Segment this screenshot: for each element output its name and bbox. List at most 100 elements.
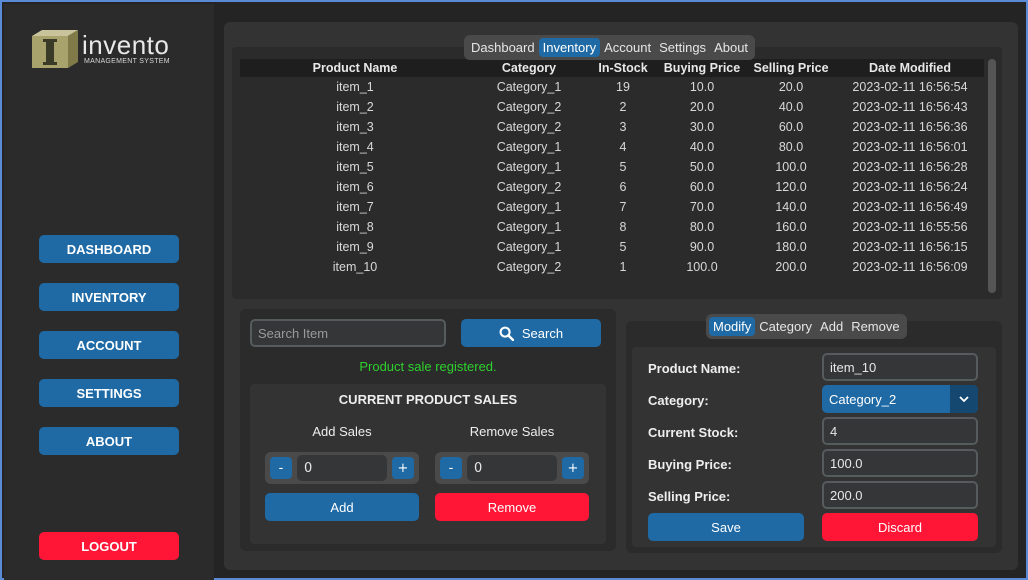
table-cell: 4 xyxy=(619,140,627,154)
increment-button[interactable]: + xyxy=(392,457,414,479)
table-cell: 2 xyxy=(619,100,627,114)
decrement-button[interactable]: - xyxy=(440,457,462,479)
tab-inventory[interactable]: Inventory xyxy=(538,38,601,57)
table-cell: 7 xyxy=(619,200,627,214)
search-input[interactable] xyxy=(250,319,446,347)
main-panel: Product Name Category In-Stock Buying Pr… xyxy=(224,22,1018,570)
sidebar-item-account[interactable]: ACCOUNT xyxy=(39,331,179,359)
table-cell: 140.0 xyxy=(775,200,807,214)
modify-panel: Product Name: item_10 Category: Category… xyxy=(626,314,1002,553)
inventory-table-panel: Product Name Category In-Stock Buying Pr… xyxy=(232,47,1002,299)
table-cell: Category_2 xyxy=(496,180,562,194)
sidebar-item-dashboard[interactable]: DASHBOARD xyxy=(39,235,179,263)
table-cell: 2023-02-11 16:56:36 xyxy=(852,120,968,134)
table-cell: item_1 xyxy=(336,80,374,94)
table-row[interactable]: item_7 Category_1 7 70.0 140.0 2023-02-11 16:… xyxy=(240,197,984,217)
remove-sales-stepper: - 0 + xyxy=(435,452,589,484)
product-name-field[interactable]: item_10 xyxy=(822,353,978,381)
table-cell: 2023-02-11 16:56:15 xyxy=(852,240,968,254)
table-cell: Category_1 xyxy=(496,80,562,94)
search-button[interactable]: Search xyxy=(461,319,601,347)
sidebar-item-settings[interactable]: SETTINGS xyxy=(39,379,179,407)
table-cell: 6 xyxy=(619,180,627,194)
table-row[interactable]: item_2 Category_2 2 20.0 40.0 2023-02-11 16:5… xyxy=(240,97,984,117)
table-scrollbar[interactable] xyxy=(988,59,996,293)
table-row[interactable]: item_1 Category_1 19 10.0 20.0 2023-02-11 16:… xyxy=(240,77,984,97)
table-cell: 70.0 xyxy=(689,200,715,214)
table-cell: Category_1 xyxy=(496,140,562,154)
table-row[interactable]: item_5 Category_1 5 50.0 100.0 2023-02-11 16:… xyxy=(240,157,984,177)
app-window: invento MANAGEMENT SYSTEM DASHBOARD INVE… xyxy=(0,0,1028,580)
save-button[interactable]: Save xyxy=(648,513,804,541)
status-message: Product sale registered. xyxy=(359,359,497,374)
column-header[interactable]: In-Stock xyxy=(588,59,658,77)
table-cell: 19 xyxy=(616,80,630,94)
add-sales-label: Add Sales xyxy=(312,424,372,439)
table-cell: 40.0 xyxy=(689,140,715,154)
decrement-button[interactable]: - xyxy=(270,457,292,479)
table-cell: 2023-02-11 16:56:43 xyxy=(852,100,968,114)
current-stock-label: Current Stock: xyxy=(648,425,739,440)
sidebar-item-inventory[interactable]: INVENTORY xyxy=(39,283,179,311)
search-button-label: Search xyxy=(521,325,564,341)
tab-dashboard[interactable]: Dashboard xyxy=(467,38,539,57)
table-cell: Category_1 xyxy=(496,240,562,254)
table-cell: 2023-02-11 16:56:54 xyxy=(852,80,968,94)
sales-panel: Search Product sale registered. CURRENT … xyxy=(240,309,616,551)
tab-add[interactable]: Add xyxy=(816,317,847,336)
tab-about[interactable]: About xyxy=(710,38,752,57)
tab-settings[interactable]: Settings xyxy=(655,38,710,57)
remove-sales-value[interactable]: 0 xyxy=(467,455,557,481)
inventory-table: Product Name Category In-Stock Buying Pr… xyxy=(240,59,984,277)
selling-price-field[interactable]: 200.0 xyxy=(822,481,978,509)
table-cell: 60.0 xyxy=(778,120,804,134)
tab-category[interactable]: Category xyxy=(755,317,816,336)
table-cell: Category_2 xyxy=(496,100,562,114)
table-row[interactable]: item_3 Category_2 3 30.0 60.0 2023-02-11 16:5… xyxy=(240,117,984,137)
table-cell: Category_2 xyxy=(496,260,562,274)
main-tab-bar: Dashboard Inventory Account Settings Abo… xyxy=(464,35,756,60)
add-sales-value[interactable]: 0 xyxy=(297,455,387,481)
column-header[interactable]: Product Name xyxy=(240,59,470,77)
table-row[interactable]: item_8 Category_1 8 80.0 160.0 2023-02-11 16:… xyxy=(240,217,984,237)
table-row[interactable]: item_4 Category_1 4 40.0 80.0 2023-02-11 16:5… xyxy=(240,137,984,157)
buying-price-field[interactable]: 100.0 xyxy=(822,449,978,477)
brand-name: invento xyxy=(82,30,170,60)
table-cell: 20.0 xyxy=(778,80,804,94)
increment-button[interactable]: + xyxy=(562,457,584,479)
table-cell: item_8 xyxy=(336,220,374,234)
table-cell: 5 xyxy=(619,240,627,254)
table-row[interactable]: item_10 Category_2 1 100.0 200.0 2023-02-11 1… xyxy=(240,257,984,277)
column-header[interactable]: Category xyxy=(470,59,588,77)
table-body: item_1 Category_1 19 10.0 20.0 2023-02-11 16:… xyxy=(240,77,984,277)
add-sales-button[interactable]: Add xyxy=(265,493,419,521)
current-stock-field[interactable]: 4 xyxy=(822,417,978,445)
search-icon xyxy=(499,326,514,341)
product-name-label: Product Name: xyxy=(648,361,741,376)
table-cell: 2023-02-11 16:55:56 xyxy=(852,220,968,234)
column-header[interactable]: Date Modified xyxy=(836,59,984,77)
category-select[interactable]: Category_2 xyxy=(822,385,978,413)
tab-remove[interactable]: Remove xyxy=(847,317,903,336)
tab-account[interactable]: Account xyxy=(600,38,655,57)
modify-tab-bar: Modify Category Add Remove xyxy=(706,314,907,339)
table-cell: 80.0 xyxy=(778,140,804,154)
table-row[interactable]: item_9 Category_1 5 90.0 180.0 2023-02-11 16:… xyxy=(240,237,984,257)
table-cell: item_7 xyxy=(336,200,374,214)
discard-button[interactable]: Discard xyxy=(822,513,978,541)
column-header[interactable]: Buying Price xyxy=(658,59,746,77)
cube-logo-icon xyxy=(32,30,78,68)
table-row[interactable]: item_6 Category_2 6 60.0 120.0 2023-02-11 16:… xyxy=(240,177,984,197)
category-value: Category_2 xyxy=(829,391,897,407)
tab-modify[interactable]: Modify xyxy=(709,317,756,336)
column-header[interactable]: Selling Price xyxy=(746,59,836,77)
table-cell: 5 xyxy=(619,160,627,174)
chevron-down-icon[interactable] xyxy=(950,385,978,413)
table-cell: item_5 xyxy=(336,160,374,174)
logout-button[interactable]: LOGOUT xyxy=(39,532,179,560)
table-cell: 80.0 xyxy=(689,220,715,234)
selling-price-label: Selling Price: xyxy=(648,489,731,504)
sidebar-item-about[interactable]: ABOUT xyxy=(39,427,179,455)
remove-sales-button[interactable]: Remove xyxy=(435,493,589,521)
table-cell: 60.0 xyxy=(689,180,715,194)
